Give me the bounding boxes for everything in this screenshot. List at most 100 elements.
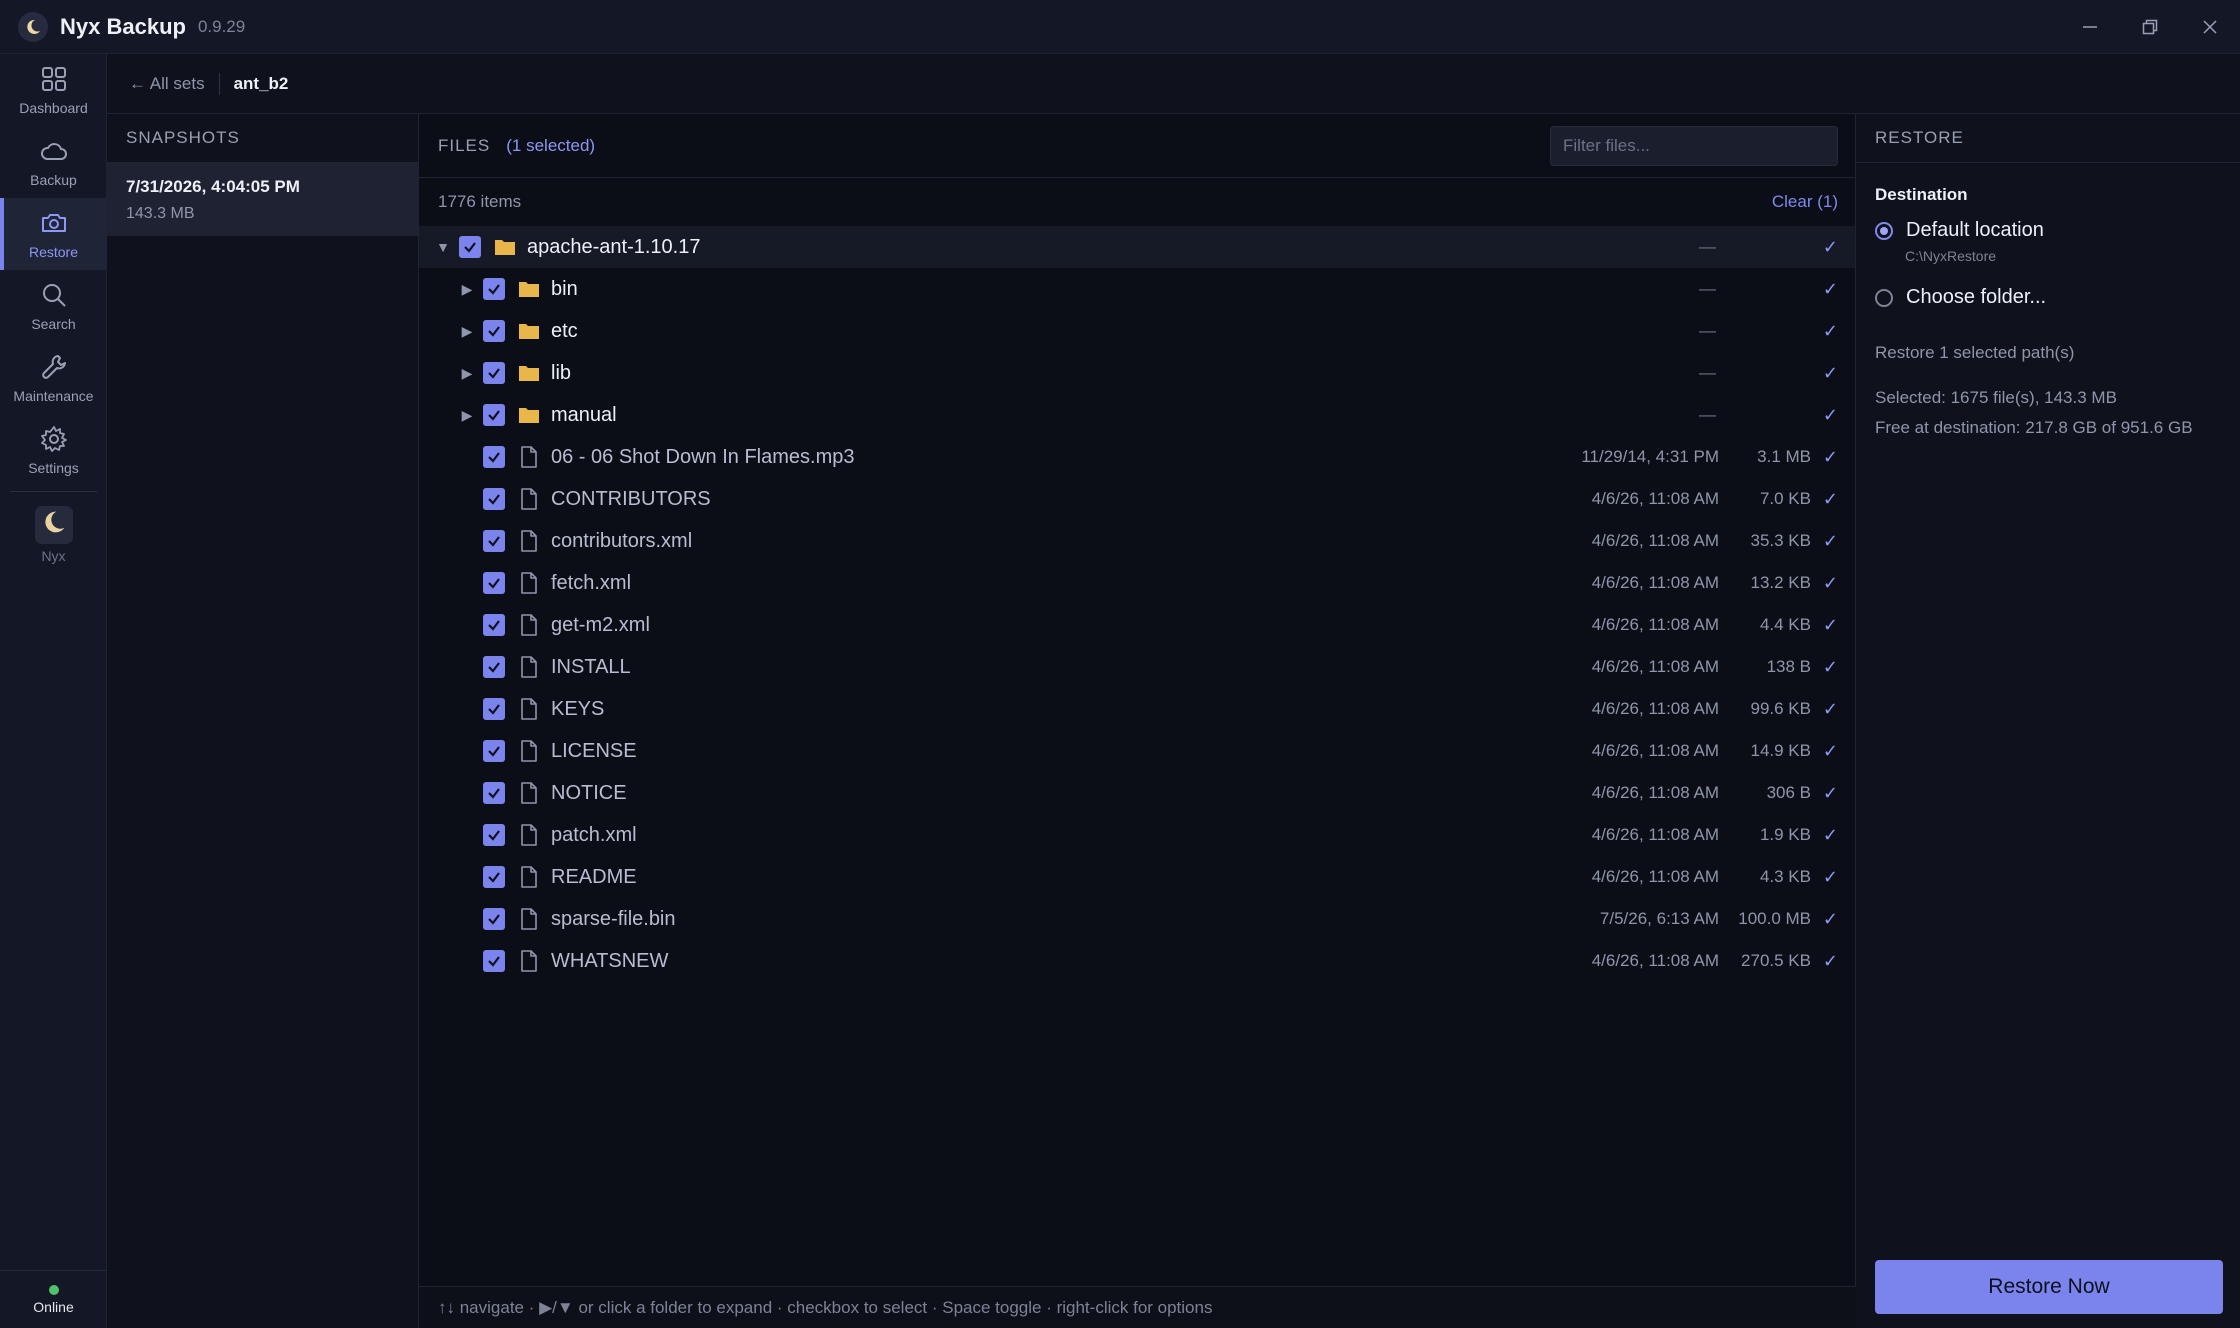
choose-folder-radio[interactable]	[1875, 288, 1893, 307]
minimize-icon[interactable]	[2060, 0, 2120, 54]
row-included-check-icon: ✓	[1822, 824, 1838, 845]
row-checkbox[interactable]	[483, 656, 505, 678]
folder-icon	[493, 235, 517, 259]
file-icon	[517, 571, 541, 595]
row-size: 4.3 KB	[1759, 867, 1811, 886]
default-location-radio[interactable]	[1875, 221, 1893, 240]
row-checkbox[interactable]	[483, 740, 505, 762]
folder-row[interactable]: ▶ bin — ✓	[419, 268, 1855, 310]
folder-row[interactable]: ▼ apache-ant-1.10.17 — ✓	[419, 226, 1855, 268]
file-row[interactable]: sparse-file.bin 7/5/26, 6:13 AM 100.0 MB ✓	[419, 898, 1855, 940]
expand-caret-icon[interactable]: ▶	[457, 407, 477, 424]
folder-icon	[517, 319, 541, 343]
folder-row[interactable]: ▶ lib — ✓	[419, 352, 1855, 394]
selected-stat: Selected: 1675 file(s), 143.3 MB	[1875, 388, 2117, 407]
camera-icon	[41, 214, 66, 232]
row-included-check-icon: ✓	[1822, 614, 1838, 635]
clear-selection-link[interactable]: Clear (1)	[1772, 192, 1838, 212]
files-selected-count: (1 selected)	[506, 135, 596, 155]
file-row[interactable]: contributors.xml 4/6/26, 11:08 AM 35.3 KB ✓	[419, 520, 1855, 562]
expand-caret-icon[interactable]: ▶	[457, 365, 477, 382]
file-row[interactable]: fetch.xml 4/6/26, 11:08 AM 13.2 KB ✓	[419, 562, 1855, 604]
rail-item-maintenance[interactable]: Maintenance	[0, 342, 107, 414]
row-size: 270.5 KB	[1741, 951, 1811, 970]
app-title: Nyx Backup	[60, 13, 186, 39]
choose-folder-option[interactable]: Choose folder...	[1875, 286, 2240, 309]
rail-item-settings[interactable]: Settings	[0, 414, 107, 486]
file-icon	[517, 949, 541, 973]
row-checkbox[interactable]	[483, 908, 505, 930]
row-size: 4.4 KB	[1759, 615, 1811, 634]
folder-row[interactable]: ▶ etc — ✓	[419, 310, 1855, 352]
row-checkbox[interactable]	[483, 404, 505, 426]
row-checkbox[interactable]	[483, 866, 505, 888]
rail-label-restore: Restore	[28, 244, 79, 260]
row-name: README	[551, 865, 637, 888]
filter-files-input[interactable]	[1550, 126, 1838, 166]
row-checkbox[interactable]	[483, 782, 505, 804]
restore-note: Restore 1 selected path(s)	[1875, 343, 2075, 362]
collapse-caret-icon[interactable]: ▼	[433, 239, 453, 255]
dashboard-grid-icon	[41, 67, 66, 91]
row-checkbox[interactable]	[483, 572, 505, 594]
row-checkbox[interactable]	[483, 950, 505, 972]
expand-caret-icon[interactable]: ▶	[457, 281, 477, 298]
file-icon	[517, 445, 541, 469]
expand-caret-icon[interactable]: ▶	[457, 323, 477, 340]
row-checkbox[interactable]	[483, 488, 505, 510]
status-dot-icon	[48, 1284, 59, 1295]
rail-item-backup[interactable]: Backup	[0, 126, 107, 198]
row-name: manual	[551, 403, 617, 426]
file-icon	[517, 781, 541, 805]
file-icon	[517, 865, 541, 889]
row-date: 4/6/26, 11:08 AM	[1591, 489, 1719, 508]
file-row[interactable]: README 4/6/26, 11:08 AM 4.3 KB ✓	[419, 856, 1855, 898]
row-checkbox[interactable]	[483, 824, 505, 846]
files-title: FILES	[438, 135, 491, 155]
row-checkbox[interactable]	[483, 278, 505, 300]
rail-item-dashboard[interactable]: Dashboard	[0, 54, 107, 126]
close-icon[interactable]	[2180, 0, 2240, 54]
file-row[interactable]: get-m2.xml 4/6/26, 11:08 AM 4.4 KB ✓	[419, 604, 1855, 646]
row-name: fetch.xml	[551, 571, 632, 594]
row-checkbox[interactable]	[483, 698, 505, 720]
file-row[interactable]: LICENSE 4/6/26, 11:08 AM 14.9 KB ✓	[419, 730, 1855, 772]
left-navigation-rail: Dashboard Backup Restore Search Maintena…	[0, 54, 107, 1328]
row-name: get-m2.xml	[551, 613, 650, 636]
row-included-check-icon: ✓	[1822, 782, 1838, 803]
file-row[interactable]: INSTALL 4/6/26, 11:08 AM 138 B ✓	[419, 646, 1855, 688]
default-location-option[interactable]: Default location	[1875, 219, 2240, 242]
file-row[interactable]: patch.xml 4/6/26, 11:08 AM 1.9 KB ✓	[419, 814, 1855, 856]
file-row[interactable]: NOTICE 4/6/26, 11:08 AM 306 B ✓	[419, 772, 1855, 814]
row-included-check-icon: ✓	[1822, 278, 1838, 299]
default-location-path: C:\NyxRestore	[1905, 248, 1997, 264]
restore-window-icon[interactable]	[2120, 0, 2180, 54]
restore-now-button[interactable]: Restore Now	[1875, 1260, 2223, 1314]
folder-icon	[517, 403, 541, 427]
row-checkbox[interactable]	[483, 446, 505, 468]
files-panel: FILES (1 selected) 1776 items Clear (1) …	[419, 114, 1856, 1328]
rail-item-search[interactable]: Search	[0, 270, 107, 342]
gear-icon	[40, 426, 67, 452]
back-to-all-sets-link[interactable]: ← All sets	[129, 74, 205, 94]
breadcrumb-separator	[218, 72, 220, 95]
folder-row[interactable]: ▶ manual — ✓	[419, 394, 1855, 436]
row-checkbox[interactable]	[459, 236, 481, 258]
snapshot-item[interactable]: 7/31/2026, 4:04:05 PM 143.3 MB	[107, 163, 418, 236]
rail-item-restore[interactable]: Restore	[0, 198, 107, 270]
row-date: 7/5/26, 6:13 AM	[1599, 909, 1719, 928]
rail-item-nyx[interactable]: Nyx	[0, 494, 107, 576]
row-size: 138 B	[1766, 657, 1811, 676]
row-name: INSTALL	[551, 655, 631, 678]
breadcrumb-current: ant_b2	[233, 73, 289, 93]
file-row[interactable]: 06 - 06 Shot Down In Flames.mp3 11/29/14,…	[419, 436, 1855, 478]
row-checkbox[interactable]	[483, 614, 505, 636]
row-checkbox[interactable]	[483, 362, 505, 384]
file-row[interactable]: WHATSNEW 4/6/26, 11:08 AM 270.5 KB ✓	[419, 940, 1855, 982]
row-size: 14.9 KB	[1750, 741, 1812, 760]
row-checkbox[interactable]	[483, 320, 505, 342]
row-included-check-icon: ✓	[1822, 698, 1838, 719]
row-checkbox[interactable]	[483, 530, 505, 552]
file-row[interactable]: CONTRIBUTORS 4/6/26, 11:08 AM 7.0 KB ✓	[419, 478, 1855, 520]
file-row[interactable]: KEYS 4/6/26, 11:08 AM 99.6 KB ✓	[419, 688, 1855, 730]
